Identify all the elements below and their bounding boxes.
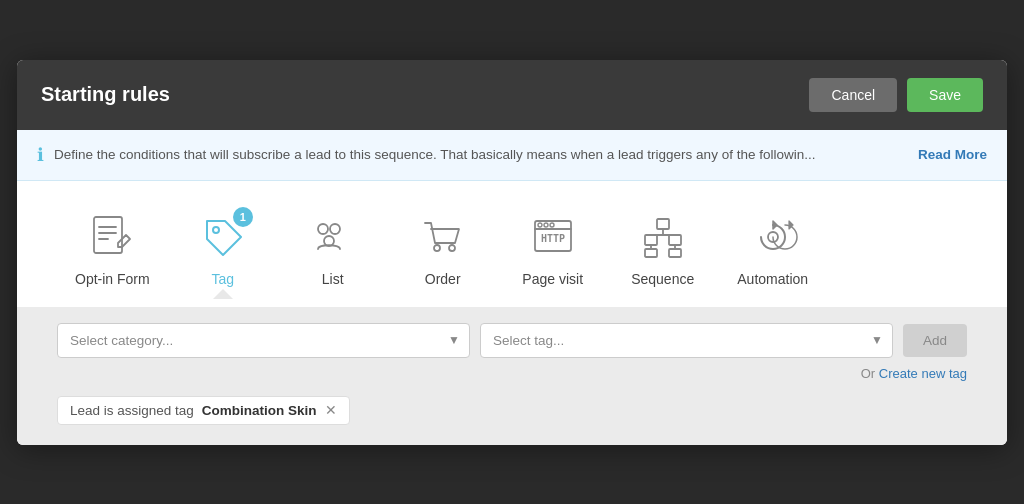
tag-select[interactable]: Select tag... bbox=[480, 323, 893, 358]
svg-point-15 bbox=[550, 223, 554, 227]
list-icon bbox=[307, 211, 359, 263]
modal-header: Starting rules Cancel Save bbox=[17, 60, 1007, 130]
tag-icon: 1 bbox=[197, 211, 249, 263]
tag-chip-row: Lead is assigned tag Combination Skin ✕ bbox=[57, 396, 967, 425]
tag-chip-value: Combination Skin bbox=[202, 403, 317, 418]
create-or-text: Or bbox=[861, 366, 875, 381]
tag-chip: Lead is assigned tag Combination Skin ✕ bbox=[57, 396, 350, 425]
svg-point-14 bbox=[544, 223, 548, 227]
active-indicator bbox=[213, 289, 233, 299]
overlay: Starting rules Cancel Save ℹ Define the … bbox=[0, 0, 1024, 504]
read-more-link[interactable]: Read More bbox=[918, 147, 987, 162]
svg-point-5 bbox=[318, 224, 328, 234]
order-label: Order bbox=[425, 271, 461, 287]
info-bar: ℹ Define the conditions that will subscr… bbox=[17, 130, 1007, 181]
page-visit-label: Page visit bbox=[522, 271, 583, 287]
header-buttons: Cancel Save bbox=[809, 78, 983, 112]
svg-point-13 bbox=[538, 223, 542, 227]
icon-order[interactable]: Order bbox=[388, 201, 498, 297]
svg-rect-23 bbox=[669, 249, 681, 257]
svg-point-9 bbox=[449, 245, 455, 251]
tag-chip-prefix: Lead is assigned tag bbox=[70, 403, 194, 418]
icon-automation[interactable]: Automation bbox=[718, 201, 828, 297]
category-select[interactable]: Select category... bbox=[57, 323, 470, 358]
svg-point-4 bbox=[213, 227, 219, 233]
svg-rect-22 bbox=[645, 249, 657, 257]
optin-form-icon bbox=[86, 211, 138, 263]
list-label: List bbox=[322, 271, 344, 287]
create-link-text: Or Create new tag bbox=[861, 366, 967, 381]
icon-page-visit[interactable]: HTTP Page visit bbox=[498, 201, 608, 297]
automation-icon bbox=[747, 211, 799, 263]
create-link-row: Or Create new tag bbox=[57, 364, 967, 382]
sequence-icon bbox=[637, 211, 689, 263]
page-visit-icon: HTTP bbox=[527, 211, 579, 263]
sequence-label: Sequence bbox=[631, 271, 694, 287]
save-button[interactable]: Save bbox=[907, 78, 983, 112]
info-bar-left: ℹ Define the conditions that will subscr… bbox=[37, 144, 906, 166]
category-select-wrapper: Select category... ▼ bbox=[57, 323, 470, 358]
icon-list[interactable]: List bbox=[278, 201, 388, 297]
icon-tag[interactable]: 1 Tag bbox=[168, 201, 278, 297]
icon-sequence[interactable]: Sequence bbox=[608, 201, 718, 297]
cancel-button[interactable]: Cancel bbox=[809, 78, 897, 112]
modal-title: Starting rules bbox=[41, 83, 170, 106]
tag-badge: 1 bbox=[233, 207, 253, 227]
category-select-value: Select category... bbox=[70, 333, 173, 348]
order-icon bbox=[417, 211, 469, 263]
select-row: Select category... ▼ Select tag... ▼ Add bbox=[57, 323, 967, 358]
modal: Starting rules Cancel Save ℹ Define the … bbox=[17, 60, 1007, 445]
info-text: Define the conditions that will subscrib… bbox=[54, 147, 815, 162]
optin-form-label: Opt-in Form bbox=[75, 271, 150, 287]
create-new-tag-link[interactable]: Create new tag bbox=[879, 366, 967, 381]
icon-row: Opt-in Form 1 Tag bbox=[17, 181, 1007, 307]
form-area: Select category... ▼ Select tag... ▼ Add… bbox=[17, 307, 1007, 445]
svg-text:HTTP: HTTP bbox=[541, 233, 565, 244]
tag-chip-close[interactable]: ✕ bbox=[325, 403, 337, 417]
tag-select-wrapper: Select tag... ▼ bbox=[480, 323, 893, 358]
add-button[interactable]: Add bbox=[903, 324, 967, 357]
tag-select-value: Select tag... bbox=[493, 333, 564, 348]
info-icon: ℹ bbox=[37, 144, 44, 166]
svg-rect-19 bbox=[669, 235, 681, 245]
icon-optin-form[interactable]: Opt-in Form bbox=[57, 201, 168, 297]
svg-rect-16 bbox=[657, 219, 669, 229]
tag-label: Tag bbox=[211, 271, 234, 287]
automation-label: Automation bbox=[737, 271, 808, 287]
svg-rect-18 bbox=[645, 235, 657, 245]
svg-point-8 bbox=[434, 245, 440, 251]
svg-point-6 bbox=[330, 224, 340, 234]
